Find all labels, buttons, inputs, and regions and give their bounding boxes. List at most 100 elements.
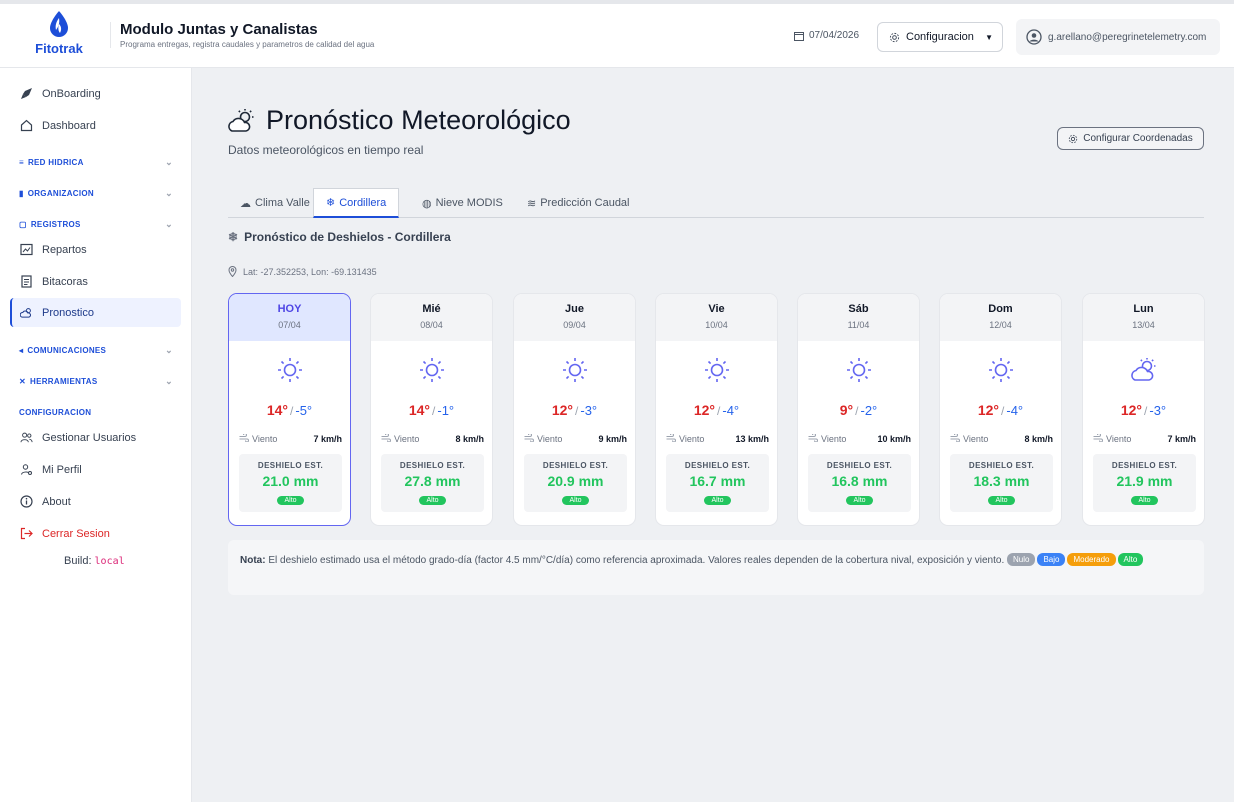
- temp-separator: /: [1144, 404, 1148, 418]
- temperature-range: 9° / -2°: [798, 402, 919, 418]
- user-email: g.arellano@peregrinetelemetry.com: [1048, 31, 1207, 43]
- tab-label: Cordillera: [339, 196, 387, 209]
- wind-row: Viento 7 km/h: [239, 433, 342, 444]
- melt-label: DESHIELO EST.: [684, 461, 751, 470]
- section-label: REGISTROS: [30, 219, 81, 229]
- calendar-icon: [794, 31, 804, 41]
- wind-value: 13 km/h: [735, 434, 769, 444]
- page-title: Pronóstico Meteorológico: [266, 105, 571, 135]
- temp-min: -3°: [580, 403, 598, 418]
- sidebar-section-herramientas[interactable]: ✕ HERRAMIENTAS ⌄: [19, 374, 173, 388]
- sun-icon: [798, 356, 919, 384]
- wind-icon: [666, 433, 676, 444]
- tools-icon: ✕: [19, 376, 27, 386]
- sidebar-item-mi-perfil[interactable]: Mi Perfil: [10, 455, 181, 484]
- day-date: 07/04: [278, 320, 301, 330]
- sidebar-item-dashboard[interactable]: Dashboard: [10, 111, 181, 140]
- tab-cordillera[interactable]: ❄ Cordillera: [313, 188, 400, 218]
- melt-label: DESHIELO EST.: [826, 461, 893, 470]
- configurar-coordenadas-button[interactable]: Configurar Coordenadas: [1057, 127, 1204, 150]
- sidebar-section-red-hidrica[interactable]: ≡ RED HIDRICA ⌄: [19, 155, 173, 169]
- lines-icon: ≡: [19, 157, 24, 167]
- temp-max: 14°: [408, 402, 431, 418]
- sidebar-item-gestionar-usuarios[interactable]: Gestionar Usuarios: [10, 423, 181, 452]
- globe-icon: ◍: [422, 197, 432, 210]
- cloud-icon: ☁: [240, 197, 251, 210]
- wind-label: Viento: [679, 434, 705, 444]
- day-date: 10/04: [705, 320, 728, 330]
- tab-label: Predicción Caudal: [540, 197, 630, 209]
- temp-separator: /: [717, 404, 721, 418]
- wind-icon: [950, 433, 960, 444]
- day-name: Lun: [1133, 303, 1154, 315]
- wind-icon: [239, 433, 249, 444]
- build-value: local: [94, 556, 125, 567]
- sidebar-section-registros[interactable]: ▢ REGISTROS ⌄: [19, 217, 173, 231]
- sidebar-item-onboarding[interactable]: OnBoarding: [10, 79, 181, 108]
- sidebar-item-about[interactable]: About: [10, 487, 181, 516]
- caret-down-icon: ▼: [985, 32, 993, 42]
- users-icon: [20, 431, 33, 444]
- sidebar-section-configuracion: CONFIGURACION: [19, 405, 173, 419]
- wind-label: Viento: [252, 434, 278, 444]
- sidebar-item-label: OnBoarding: [42, 87, 101, 100]
- snowflake-icon: ❄: [326, 197, 336, 209]
- temp-separator: /: [432, 404, 436, 418]
- melt-value: 21.0 mm: [262, 473, 319, 489]
- melt-box: DESHIELO EST. 16.7 mm Alto: [666, 454, 769, 512]
- cloud-sun-icon: [227, 108, 255, 139]
- card-header: Mié 08/04: [371, 294, 492, 341]
- user-menu[interactable]: g.arellano@peregrinetelemetry.com: [1016, 19, 1220, 55]
- level-legend: Nulo Bajo Moderado Alto: [1007, 553, 1145, 566]
- fitotrak-logo[interactable]: Fitotrak: [30, 10, 88, 68]
- sun-icon: [229, 356, 350, 384]
- section-label: CONFIGURACION: [19, 407, 92, 417]
- rocket-icon: [20, 87, 33, 100]
- drop-leaf-icon: [50, 11, 68, 37]
- temperature-range: 12° / -4°: [940, 402, 1061, 418]
- melt-value: 18.3 mm: [973, 473, 1030, 489]
- tab-prediccion-caudal[interactable]: ≋ Predicción Caudal: [515, 188, 642, 218]
- header-divider: [110, 22, 111, 48]
- melt-value: 16.7 mm: [689, 473, 746, 489]
- sidebar-item-cerrar-sesion[interactable]: Cerrar Sesion: [10, 519, 181, 548]
- melt-level-badge: Alto: [846, 496, 873, 505]
- card-header: Jue 09/04: [514, 294, 635, 341]
- wind-value: 7 km/h: [1167, 434, 1196, 444]
- header-date-text: 07/04/2026: [809, 30, 860, 41]
- cloud-sun-icon: [20, 306, 33, 319]
- user-avatar-icon: [1026, 29, 1042, 45]
- building-icon: ▮: [19, 188, 24, 198]
- configuracion-dropdown[interactable]: Configuracion ▼: [877, 22, 1003, 52]
- temp-min: -1°: [437, 403, 455, 418]
- wind-icon: [1093, 433, 1103, 444]
- logo-text: Fitotrak: [35, 41, 83, 56]
- temp-max: 12°: [693, 402, 716, 418]
- melt-label: DESHIELO EST.: [1111, 461, 1178, 470]
- day-name: Mié: [422, 303, 441, 315]
- wind-row: Viento 9 km/h: [524, 433, 627, 444]
- tab-clima-valle[interactable]: ☁ Clima Valle: [228, 188, 322, 218]
- sidebar-section-organizacion[interactable]: ▮ ORGANIZACION ⌄: [19, 186, 173, 200]
- day-date: 12/04: [989, 320, 1012, 330]
- sidebar-item-label: Dashboard: [42, 119, 96, 132]
- melt-box: DESHIELO EST. 18.3 mm Alto: [950, 454, 1053, 512]
- temperature-range: 14° / -5°: [229, 402, 350, 418]
- forecast-card: Vie 10/04 12° / -4° Viento 13 km/h DESHIELO EST…: [655, 293, 778, 526]
- sidebar-item-bitacoras[interactable]: Bitacoras: [10, 267, 181, 296]
- temp-separator: /: [855, 404, 859, 418]
- sidebar-section-comunicaciones[interactable]: ◂ COMUNICACIONES ⌄: [19, 343, 173, 357]
- wind-row: Viento 7 km/h: [1093, 433, 1196, 444]
- temp-min: -3°: [1149, 403, 1167, 418]
- tab-nieve-modis[interactable]: ◍ Nieve MODIS: [410, 188, 515, 218]
- sidebar-item-pronostico[interactable]: Pronostico: [10, 298, 181, 327]
- melt-level-badge: Alto: [704, 496, 731, 505]
- sidebar-item-repartos[interactable]: Repartos: [10, 235, 181, 264]
- wind-row: Viento 8 km/h: [950, 433, 1053, 444]
- day-name: Jue: [565, 303, 584, 315]
- wind-row: Viento 13 km/h: [666, 433, 769, 444]
- melt-level-badge: Alto: [1131, 496, 1158, 505]
- sun-icon: [656, 356, 777, 384]
- sidebar-item-label: Mi Perfil: [42, 463, 82, 476]
- note-label: Nota:: [240, 555, 266, 566]
